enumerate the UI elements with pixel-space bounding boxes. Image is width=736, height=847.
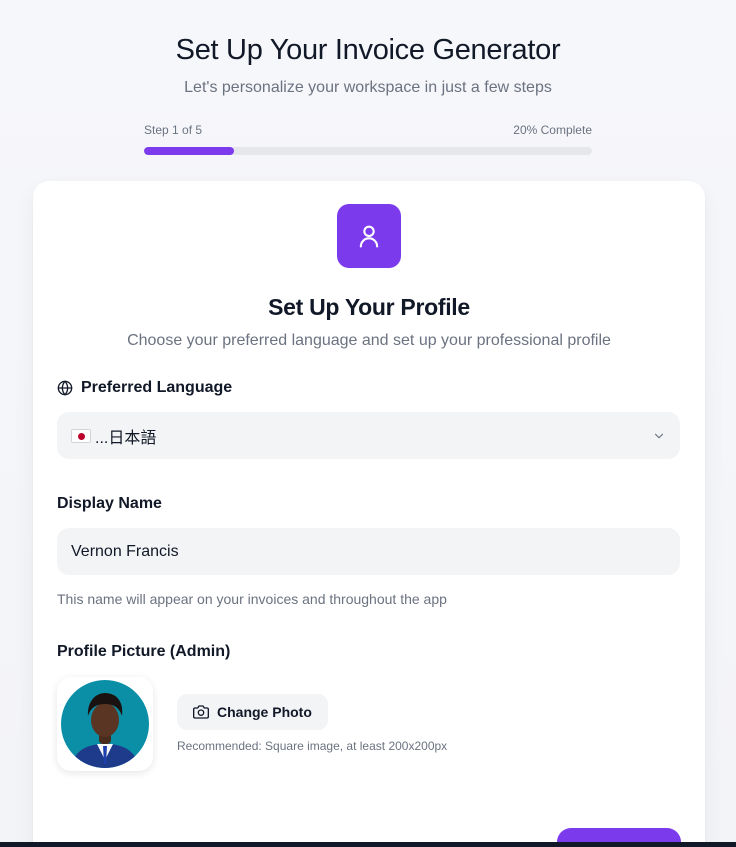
language-select[interactable]: ...日本語 xyxy=(57,412,680,459)
language-selected-value: ...日本語 xyxy=(95,429,157,447)
avatar[interactable] xyxy=(57,677,153,771)
profile-setup-card: Set Up Your Profile Choose your preferre… xyxy=(33,181,705,847)
chevron-down-icon xyxy=(652,429,666,443)
user-icon xyxy=(337,204,401,268)
page-subtitle: Let's personalize your workspace in just… xyxy=(184,79,552,96)
japan-flag-icon xyxy=(71,428,91,443)
page-header: Set Up Your Invoice Generator Let's pers… xyxy=(0,0,736,155)
display-name-input[interactable] xyxy=(71,542,666,561)
preferred-language-label-text: Preferred Language xyxy=(81,379,233,396)
change-photo-button-label: Change Photo xyxy=(217,704,312,720)
display-name-help-text: This name will appear on your invoices a… xyxy=(57,591,447,607)
progress-bar-fill xyxy=(144,147,234,155)
bottom-edge-bar xyxy=(0,842,736,847)
profile-picture-label: Profile Picture (Admin) xyxy=(57,643,231,660)
page-title: Set Up Your Invoice Generator xyxy=(175,34,561,66)
globe-icon xyxy=(57,380,73,396)
progress-step-text: Step 1 of 5 xyxy=(144,123,203,137)
photo-recommendation-text: Recommended: Square image, at least 200x… xyxy=(177,739,448,753)
progress-section: Step 1 of 5 20% Complete xyxy=(144,122,592,155)
avatar-image xyxy=(61,680,149,768)
progress-bar xyxy=(144,147,592,155)
display-name-field-wrapper xyxy=(57,528,680,575)
preferred-language-label: Preferred Language xyxy=(57,378,232,398)
change-photo-button[interactable]: Change Photo xyxy=(177,694,328,730)
card-subtitle: Choose your preferred language and set u… xyxy=(127,332,611,349)
progress-percent-text: 20% Complete xyxy=(513,123,592,137)
display-name-label: Display Name xyxy=(57,495,162,512)
camera-icon xyxy=(193,704,209,720)
card-title: Set Up Your Profile xyxy=(268,294,470,320)
